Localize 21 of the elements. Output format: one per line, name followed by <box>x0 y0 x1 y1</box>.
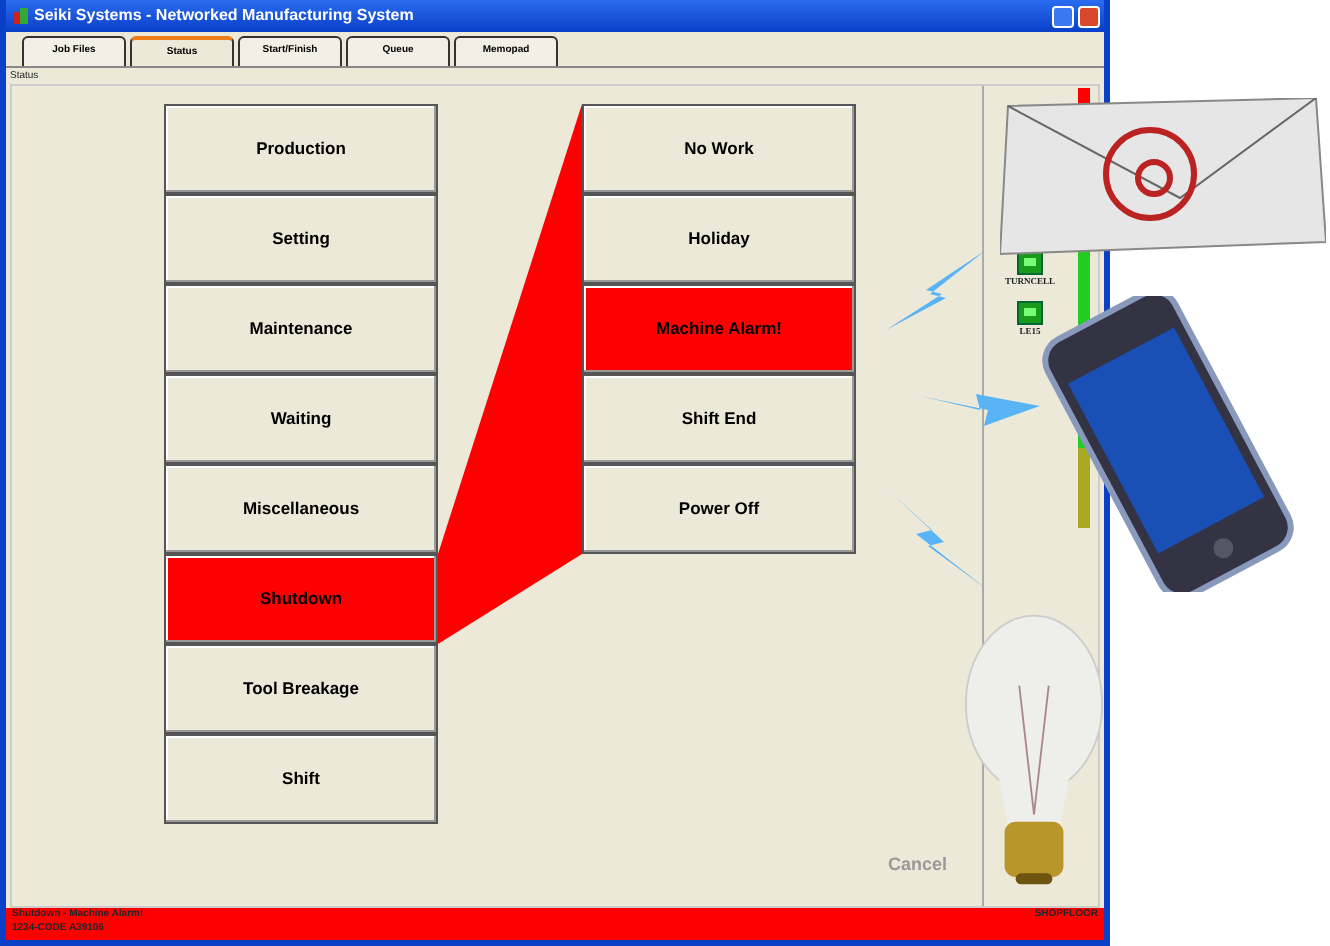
reason-button[interactable]: Machine Alarm! <box>582 284 856 374</box>
status-button[interactable]: Tool Breakage <box>164 644 438 734</box>
reason-button[interactable]: Shift End <box>582 374 856 464</box>
status-button[interactable]: Miscellaneous <box>164 464 438 554</box>
status-button[interactable]: Setting <box>164 194 438 284</box>
reason-button[interactable]: Holiday <box>582 194 856 284</box>
status-button[interactable]: Maintenance <box>164 284 438 374</box>
close-button[interactable] <box>1078 5 1100 27</box>
machine-icon <box>1015 248 1044 276</box>
envelope-icon <box>1000 98 1326 258</box>
status-button[interactable]: Waiting <box>164 374 438 464</box>
status-button[interactable]: Shutdown <box>164 554 438 644</box>
reason-button[interactable]: No Work <box>582 104 856 194</box>
machine-icon <box>1016 297 1044 326</box>
window-title: Seiki Systems - Networked Manufacturing System <box>34 4 414 28</box>
reason-button[interactable]: Power Off <box>582 464 856 554</box>
status-button[interactable]: Production <box>164 104 438 194</box>
status-button[interactable]: Shift <box>164 734 438 824</box>
lightning-icon <box>886 250 986 330</box>
minimize-button[interactable] <box>1052 5 1074 27</box>
app-icon <box>14 8 28 24</box>
